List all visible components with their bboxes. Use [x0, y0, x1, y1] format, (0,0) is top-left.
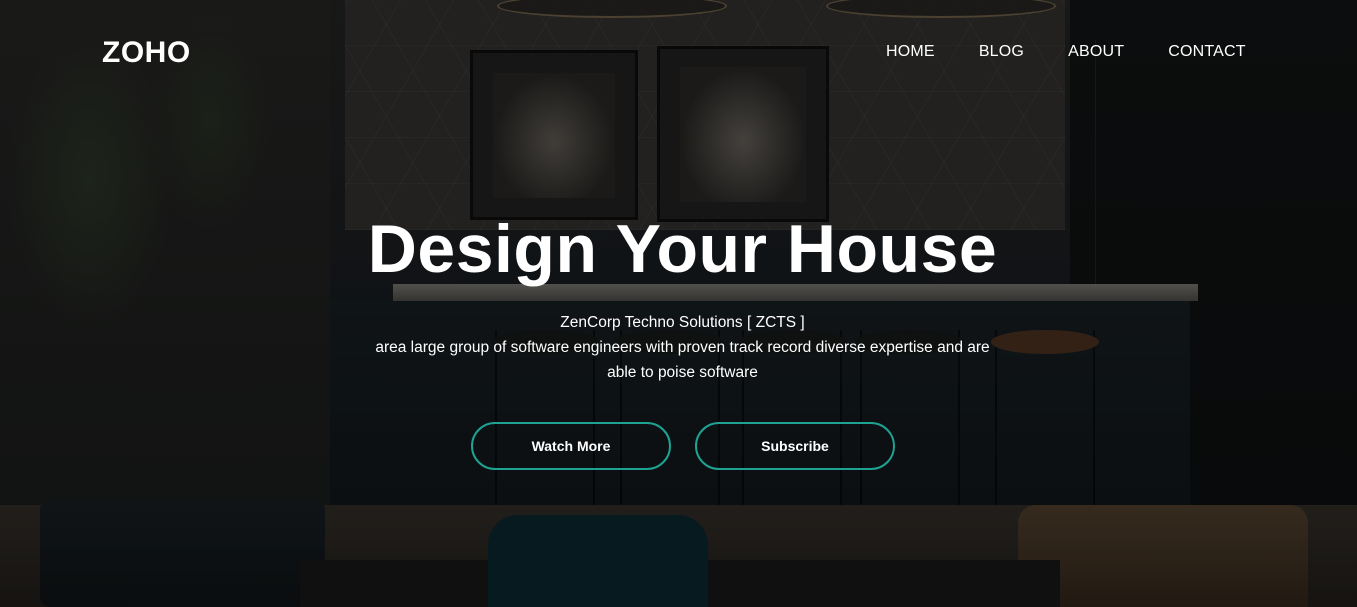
nav-menu: HOME BLOG ABOUT CONTACT [864, 43, 1268, 61]
nav-link-blog[interactable]: BLOG [979, 43, 1024, 60]
hero-description: area large group of software engineers w… [375, 339, 990, 381]
subscribe-button[interactable]: Subscribe [695, 422, 895, 470]
nav-item-contact: CONTACT [1168, 43, 1246, 61]
company-name: ZenCorp Techno Solutions [ ZCTS ] [560, 314, 805, 331]
nav-item-blog: BLOG [979, 43, 1024, 61]
logo[interactable]: ZOHO [102, 36, 191, 70]
nav-item-home: HOME [886, 43, 935, 61]
navbar: ZOHO HOME BLOG ABOUT CONTACT [0, 0, 1357, 104]
nav-item-about: ABOUT [1068, 43, 1124, 61]
hero-subtitle: ZenCorp Techno Solutions [ ZCTS ] area l… [0, 310, 1357, 385]
hero-section: ZOHO HOME BLOG ABOUT CONTACT Design Your… [0, 0, 1357, 607]
hero-title: Design Your House [367, 211, 998, 287]
nav-link-home[interactable]: HOME [886, 43, 935, 60]
watch-more-button[interactable]: Watch More [471, 422, 671, 470]
nav-link-about[interactable]: ABOUT [1068, 43, 1124, 60]
nav-link-contact[interactable]: CONTACT [1168, 43, 1246, 60]
